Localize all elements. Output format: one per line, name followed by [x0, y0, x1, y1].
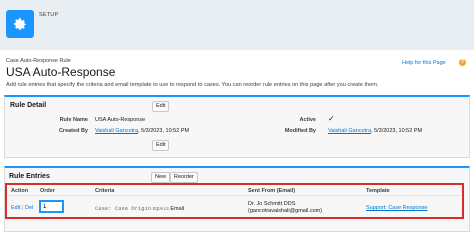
rule-name-value: USA Auto-Response	[95, 117, 146, 123]
sent-from-email: (gancotravaishali@gmail.com)	[248, 208, 323, 214]
column-header-order: Order	[40, 188, 55, 194]
criteria-value: Email	[170, 206, 185, 212]
column-header-criteria: Criteria	[95, 188, 115, 194]
sent-from-name: Dr. Jo Schmitt DDS	[248, 201, 296, 207]
criteria-field: Case: Case Origin	[95, 205, 152, 212]
rule-entries-table	[5, 183, 464, 219]
column-header-template: Template	[366, 188, 390, 194]
created-by-label: Created By	[58, 128, 88, 134]
criteria-operator: EQUALS	[152, 207, 169, 212]
created-by-user-link[interactable]: Vaishali Gancotra	[95, 128, 138, 134]
breadcrumb: Case Auto-Response Rule	[6, 58, 71, 64]
column-header-sent-from: Sent From (Email)	[248, 188, 296, 194]
page-description: Add rule entries that specify the criter…	[6, 82, 379, 88]
template-link[interactable]: Support: Case Response	[366, 205, 427, 211]
column-header-action: Action	[11, 188, 29, 194]
modified-by-date: , 5/3/2023, 10:52 PM	[371, 128, 423, 134]
rule-detail-section	[4, 95, 470, 158]
setup-label: SETUP	[39, 12, 59, 18]
delete-entry-link[interactable]: Del	[25, 205, 33, 211]
rule-name-label: Rule Name	[59, 117, 88, 123]
modified-by-label: Modified By	[284, 128, 316, 134]
rule-entries-title: Rule Entries	[9, 173, 50, 180]
order-input[interactable]	[39, 200, 64, 213]
edit-button-bottom[interactable]: Edit	[152, 140, 170, 151]
new-button[interactable]: New	[151, 172, 171, 183]
modified-by-value: Vaishali Gancotra, 5/3/2023, 10:52 PM	[328, 128, 422, 134]
help-link[interactable]: Help for this Page	[402, 60, 446, 66]
created-by-value: Vaishali Gancotra, 5/3/2023, 10:52 PM	[95, 128, 189, 134]
help-icon[interactable]: ?	[459, 59, 466, 66]
active-checkmark-icon: ✓	[328, 114, 335, 123]
criteria-cell: Case: Case Origin EQUALS Email	[95, 205, 184, 212]
rule-detail-title: Rule Detail	[10, 102, 47, 109]
page-title: USA Auto-Response	[6, 65, 116, 79]
active-label: Active	[299, 117, 316, 123]
created-by-date: , 5/3/2023, 10:52 PM	[138, 128, 190, 134]
action-cell: Edit | Del	[11, 205, 33, 211]
setup-header: SETUP	[0, 0, 474, 50]
header-divider	[7, 195, 462, 196]
edit-button-top[interactable]: Edit	[152, 101, 170, 112]
gear-icon	[6, 10, 34, 38]
modified-by-user-link[interactable]: Vaishali Gancotra	[328, 128, 371, 134]
reorder-button[interactable]: Reorder	[170, 172, 198, 183]
